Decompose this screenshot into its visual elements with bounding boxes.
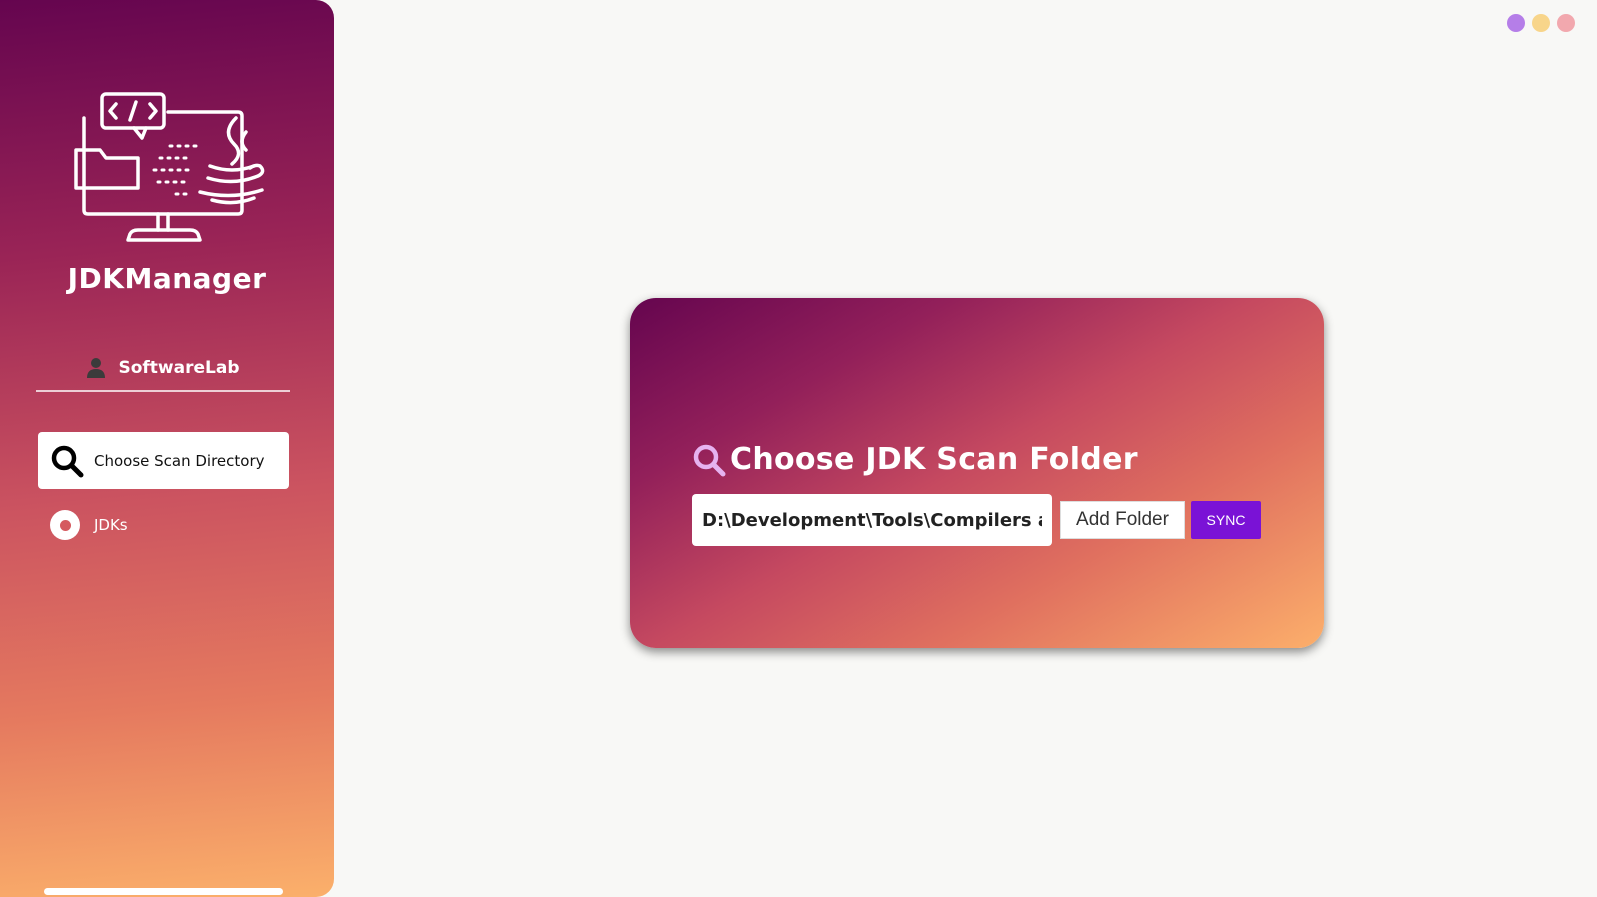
user-icon: [87, 358, 106, 378]
window-dot-pink[interactable]: [1557, 14, 1575, 32]
radio-icon: [50, 510, 80, 540]
sidebar-item-choose-scan-directory[interactable]: Choose Scan Directory: [38, 432, 289, 489]
scan-folder-card: Choose JDK Scan Folder Add Folder SYNC: [630, 298, 1324, 648]
window-controls: [1507, 14, 1575, 32]
card-title: Choose JDK Scan Folder: [730, 442, 1138, 477]
sidebar-scrollbar[interactable]: [44, 888, 283, 895]
sidebar-item-label: Choose Scan Directory: [94, 451, 265, 470]
user-name: SoftwareLab: [118, 358, 240, 378]
search-icon: [51, 445, 84, 477]
sync-button[interactable]: SYNC: [1191, 501, 1261, 539]
window-dot-yellow[interactable]: [1532, 14, 1550, 32]
sidebar-item-jdks[interactable]: JDKs: [50, 509, 128, 541]
jdk-manager-logo: [74, 92, 265, 242]
app-title: JDKManager: [67, 262, 267, 295]
sidebar: JDKManager SoftwareLab Choose Scan Direc…: [0, 0, 334, 897]
add-folder-button[interactable]: Add Folder: [1060, 501, 1185, 539]
window-dot-purple[interactable]: [1507, 14, 1525, 32]
card-heading: Choose JDK Scan Folder: [692, 442, 1138, 477]
user-profile: SoftwareLab: [36, 346, 290, 392]
scan-folder-path-input[interactable]: [692, 494, 1052, 546]
sidebar-item-label: JDKs: [94, 516, 128, 534]
search-icon: [693, 444, 726, 476]
app-window: JDKManager SoftwareLab Choose Scan Direc…: [0, 0, 1597, 897]
